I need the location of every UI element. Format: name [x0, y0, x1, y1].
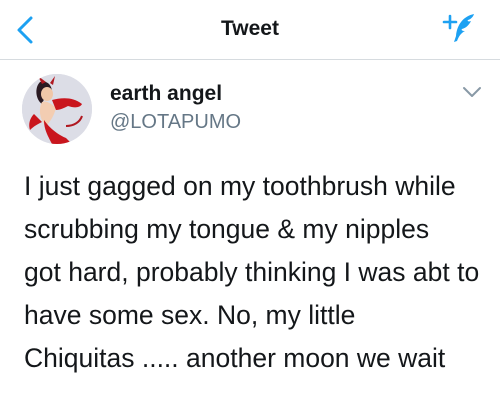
user-handle[interactable]: @LOTAPUMO [110, 111, 241, 134]
avatar[interactable] [22, 74, 92, 144]
chevron-down-icon [463, 87, 481, 97]
navigation-bar: Tweet [0, 0, 500, 60]
devil-figure-avatar-image [22, 74, 92, 144]
tweet-text: I just gagged on my toothbrush while scr… [24, 171, 480, 373]
compose-tweet-icon [442, 14, 474, 42]
page-title: Tweet [221, 17, 279, 40]
compose-tweet-button[interactable] [440, 10, 480, 46]
display-name[interactable]: earth angel [110, 82, 222, 106]
tweet-menu-button[interactable] [460, 82, 484, 102]
